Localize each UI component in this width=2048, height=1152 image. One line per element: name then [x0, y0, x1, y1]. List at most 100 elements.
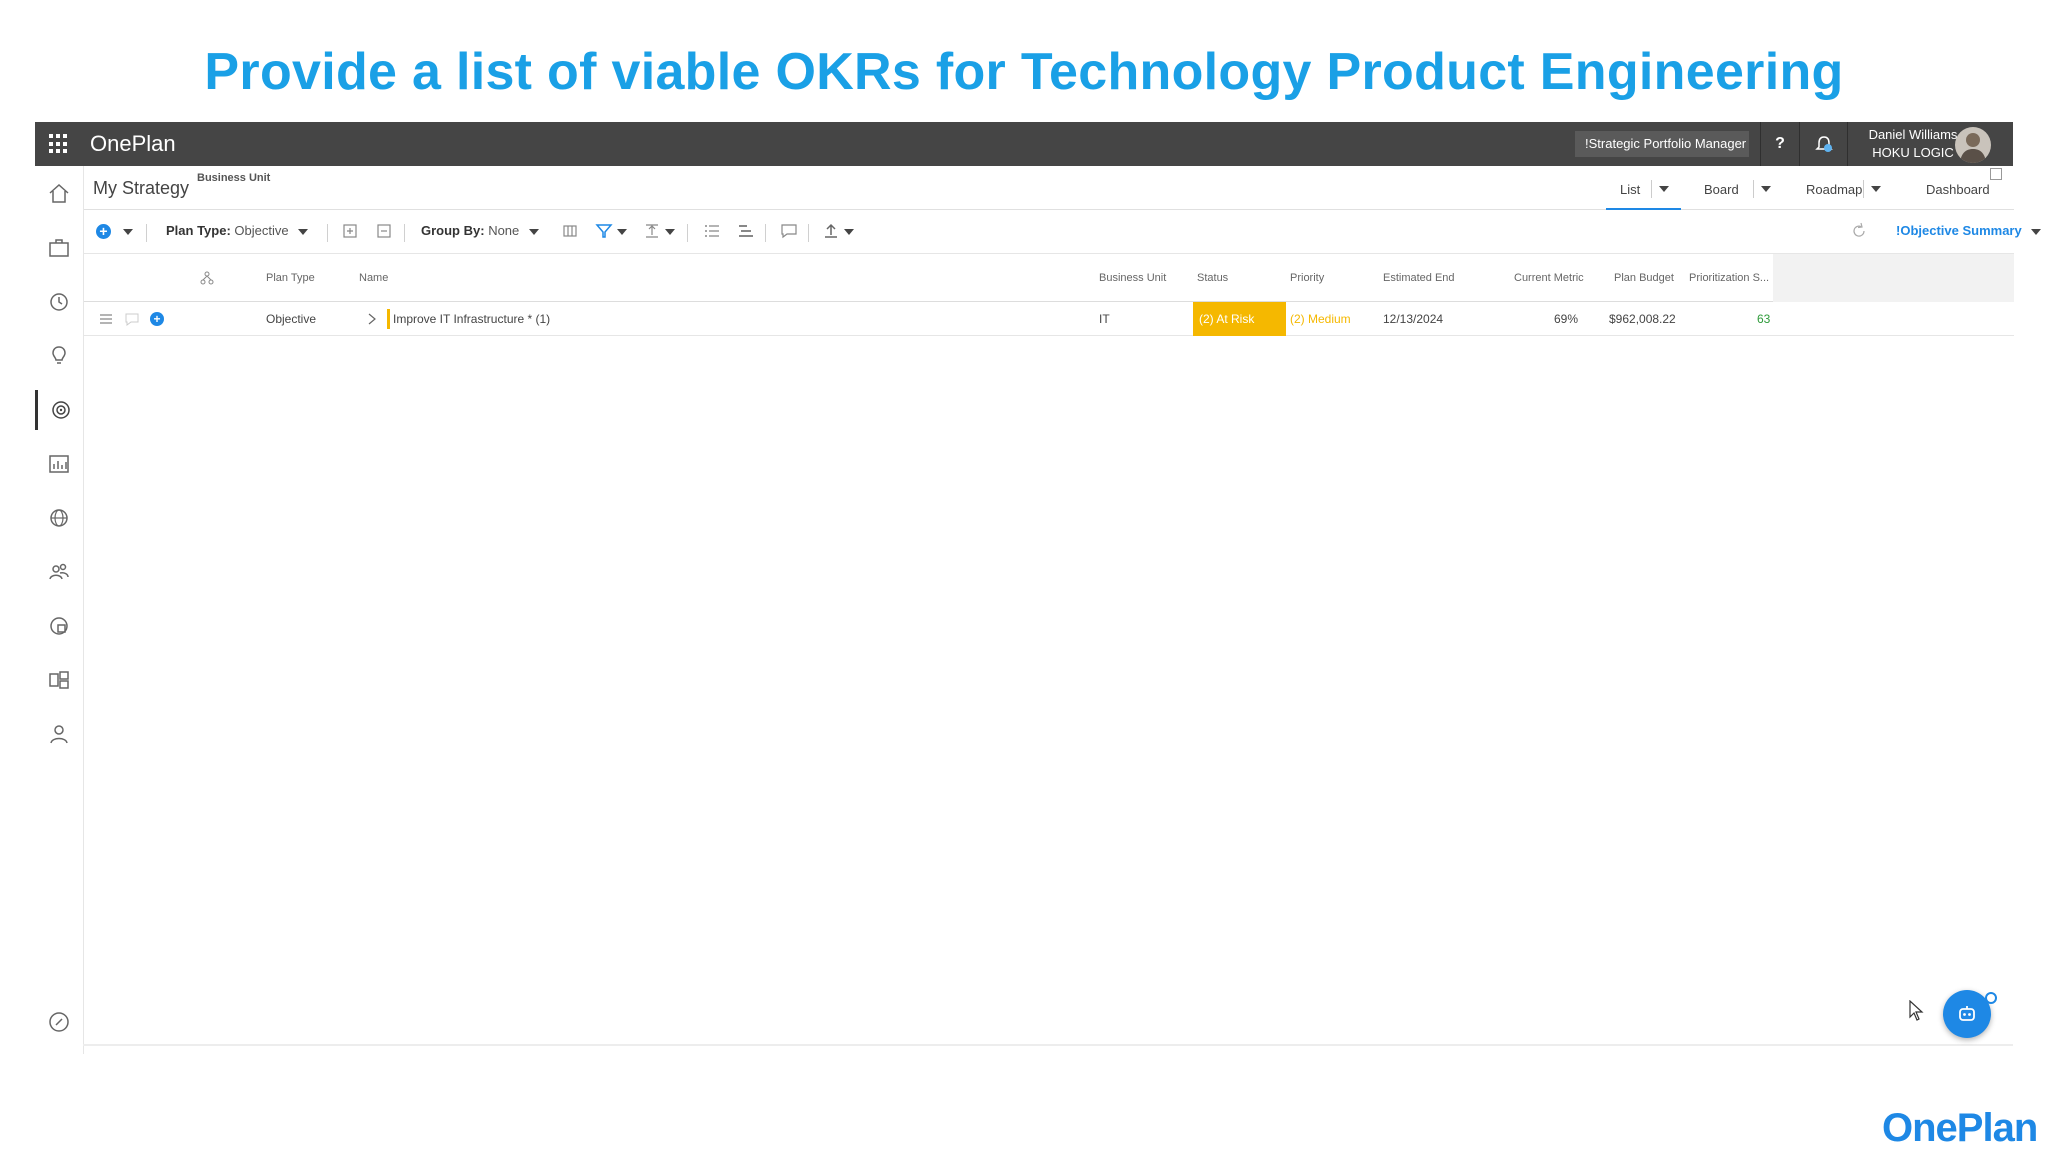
- comment-icon[interactable]: [124, 311, 140, 327]
- nav-reports[interactable]: [35, 444, 83, 484]
- plan-type-filter[interactable]: Plan Type: Objective: [166, 223, 309, 238]
- comment-icon[interactable]: [779, 221, 799, 241]
- tab-divider: [1651, 180, 1652, 198]
- view-selector[interactable]: !Objective Summary: [1896, 223, 2042, 238]
- chevron-down-icon: [665, 228, 675, 235]
- table-row[interactable]: + Objective Improve IT Infrastructure * …: [84, 302, 2014, 336]
- chevron-down-icon: [298, 228, 309, 235]
- notifications-button[interactable]: [1800, 122, 1848, 166]
- chevron-down-icon[interactable]: [1761, 186, 1771, 192]
- toolbar-divider: [687, 224, 688, 242]
- header-filler: [1773, 254, 2014, 302]
- column-header-prioritization-score[interactable]: Prioritization S...: [1689, 272, 1769, 284]
- slide: Provide a list of viable OKRs for Techno…: [0, 0, 2048, 1152]
- status-badge: (2) At Risk: [1193, 302, 1286, 336]
- nav-timesheets[interactable]: [35, 282, 83, 322]
- cell-plan-budget: $962,008.22: [1609, 312, 1676, 326]
- cell-estimated-end: 12/13/2024: [1383, 312, 1444, 326]
- slide-title: Provide a list of viable OKRs for Techno…: [204, 43, 1844, 101]
- mouse-cursor-icon: [1909, 1000, 1924, 1021]
- chevron-down-icon[interactable]: [1659, 186, 1669, 192]
- nav-home[interactable]: [35, 174, 83, 214]
- row-height-dropdown[interactable]: [659, 223, 675, 238]
- cell-current-metric: 69%: [1554, 312, 1579, 326]
- chevron-right-icon[interactable]: [367, 313, 377, 325]
- chevron-down-icon: [2031, 228, 2042, 235]
- nav-templates[interactable]: [35, 660, 83, 700]
- bot-icon: [1959, 1006, 1975, 1021]
- menu-icon[interactable]: [98, 311, 114, 327]
- app-launcher-icon[interactable]: [49, 134, 69, 154]
- home-icon: [49, 183, 69, 203]
- toolbar-divider: [808, 224, 809, 242]
- nav-resources[interactable]: [35, 552, 83, 592]
- toolbar-divider: [765, 224, 766, 242]
- tab-list[interactable]: List: [1620, 182, 1640, 197]
- column-header-priority[interactable]: Priority: [1290, 272, 1324, 284]
- clock-icon: [50, 293, 68, 311]
- compass-icon: [49, 1012, 69, 1032]
- expand-all-icon[interactable]: [340, 221, 360, 241]
- collapse-all-icon[interactable]: [374, 221, 394, 241]
- refresh-icon[interactable]: [1849, 221, 1869, 241]
- cell-prioritization-score: 63: [1757, 312, 1771, 326]
- view-bar: My Strategy Business Unit List Board Roa…: [84, 166, 2014, 210]
- cell-plan-type: Objective: [266, 312, 317, 326]
- column-header-plan-budget[interactable]: Plan Budget: [1614, 272, 1674, 284]
- left-nav: [35, 166, 83, 1054]
- tab-board[interactable]: Board: [1704, 182, 1739, 197]
- top-bar: OnePlan !Strategic Portfolio Manager ? D…: [35, 122, 2013, 166]
- main-content: My Strategy Business Unit List Board Roa…: [83, 166, 2042, 1054]
- toolbar-divider: [327, 224, 328, 242]
- add-child-button[interactable]: +: [150, 312, 164, 326]
- nav-settings[interactable]: [35, 1002, 83, 1042]
- nav-profile[interactable]: [35, 714, 83, 754]
- nav-global[interactable]: [35, 498, 83, 538]
- hierarchy-icon[interactable]: [199, 270, 215, 286]
- plan-type-label: Plan Type:: [166, 223, 231, 238]
- column-header-plan-type[interactable]: Plan Type: [266, 272, 315, 284]
- list-icon[interactable]: [702, 221, 722, 241]
- chevron-down-icon: [617, 228, 627, 235]
- layout-icon: [49, 671, 69, 689]
- expand-icon[interactable]: [1990, 168, 2002, 180]
- chevron-down-icon: [123, 228, 133, 235]
- help-button[interactable]: ?: [1760, 122, 1800, 166]
- add-button[interactable]: +: [96, 224, 111, 239]
- notification-dot: [1985, 992, 1997, 1004]
- tab-roadmap[interactable]: Roadmap: [1806, 182, 1862, 197]
- user-icon: [50, 725, 68, 744]
- workspace-selector[interactable]: !Strategic Portfolio Manager: [1575, 131, 1749, 157]
- gantt-icon[interactable]: [736, 221, 756, 241]
- export-dropdown[interactable]: [838, 223, 854, 238]
- column-header-status[interactable]: Status: [1197, 272, 1228, 284]
- tab-dashboard[interactable]: Dashboard: [1926, 182, 1990, 197]
- column-header-name[interactable]: Name: [359, 272, 388, 284]
- group-by-value: None: [488, 223, 520, 238]
- nav-portfolio[interactable]: [35, 228, 83, 268]
- add-dropdown[interactable]: [117, 223, 133, 238]
- column-header-current-metric[interactable]: Current Metric: [1514, 272, 1584, 284]
- page-title: My Strategy: [93, 178, 190, 198]
- breadcrumb[interactable]: Business Unit: [197, 172, 270, 184]
- tab-divider: [1753, 180, 1754, 198]
- cell-name[interactable]: Improve IT Infrastructure * (1): [393, 312, 550, 326]
- nav-analytics[interactable]: [35, 606, 83, 646]
- target-icon: [51, 401, 70, 419]
- globe-icon: [50, 509, 68, 527]
- nav-strategy[interactable]: [35, 390, 83, 430]
- avatar[interactable]: [1955, 127, 1991, 163]
- columns-icon[interactable]: [560, 221, 580, 241]
- group-by-label: Group By:: [421, 223, 485, 238]
- column-header-estimated-end[interactable]: Estimated End: [1383, 272, 1455, 284]
- group-by-selector[interactable]: Group By: None: [421, 223, 539, 238]
- nav-ideas[interactable]: [35, 336, 83, 376]
- view-selector-label: !Objective Summary: [1896, 223, 2022, 238]
- filter-dropdown[interactable]: [611, 223, 627, 238]
- pie-search-icon: [50, 617, 68, 635]
- cell-priority: (2) Medium: [1290, 312, 1351, 326]
- chevron-down-icon[interactable]: [1871, 186, 1881, 192]
- chevron-down-icon: [528, 228, 539, 235]
- assistant-button[interactable]: [1943, 990, 1991, 1038]
- column-header-business-unit[interactable]: Business Unit: [1099, 272, 1166, 284]
